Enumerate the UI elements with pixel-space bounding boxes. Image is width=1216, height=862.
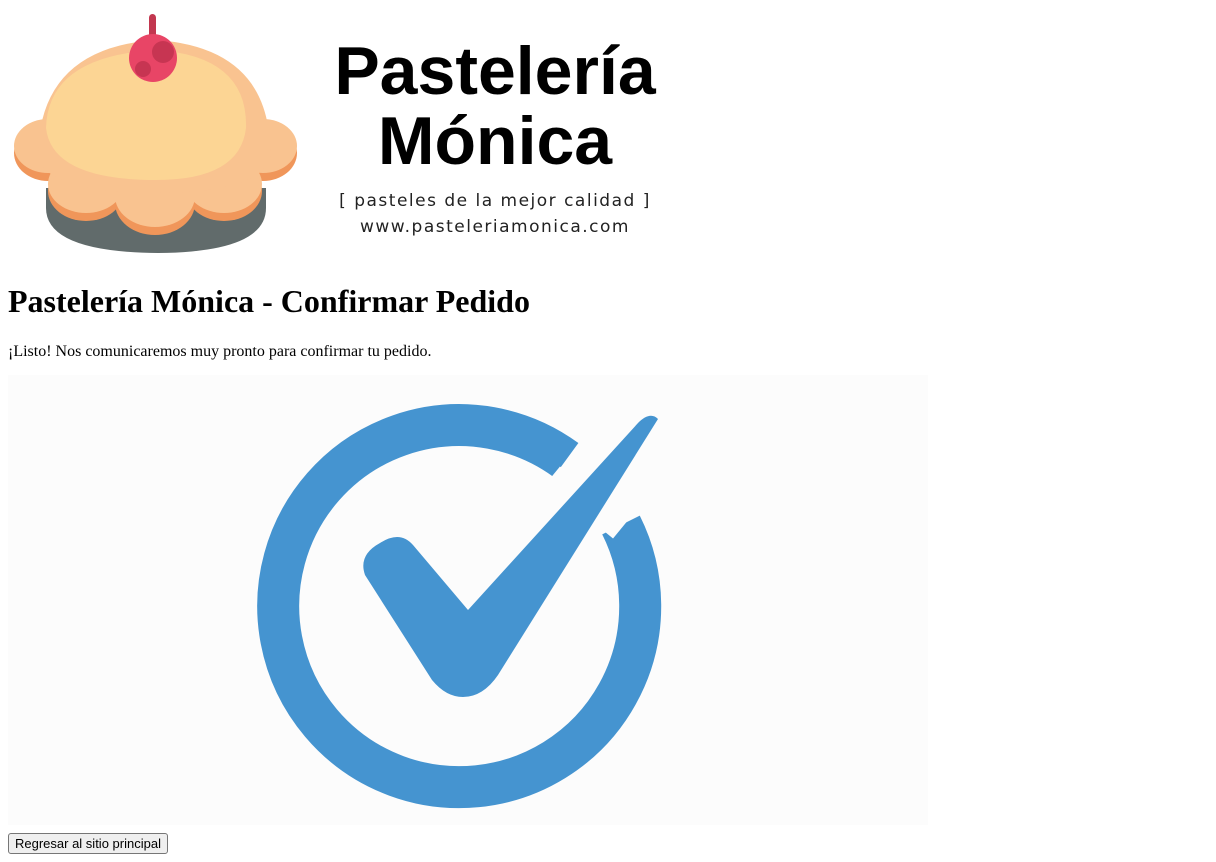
check-circle-icon: [257, 404, 662, 809]
page-title: Pastelería Mónica - Confirmar Pedido: [8, 283, 530, 319]
brand-tagline: [ pasteles de la mejor calidad ]: [339, 191, 651, 211]
back-to-main-site-button[interactable]: Regresar al sitio principal: [8, 833, 168, 854]
brand-url: www.pasteleriamonica.com: [360, 217, 630, 237]
brand-name: Pastelería Mónica: [303, 36, 687, 176]
cupcake-icon: [14, 14, 297, 253]
brand-name-line2: Mónica: [377, 103, 613, 179]
logo-banner: Pastelería Mónica [ pasteles de la mejor…: [8, 8, 688, 258]
confirmation-message: ¡Listo! Nos comunicaremos muy pronto par…: [8, 343, 432, 360]
brand-name-line1: Pastelería: [334, 33, 656, 109]
confirmation-image: [8, 375, 928, 825]
